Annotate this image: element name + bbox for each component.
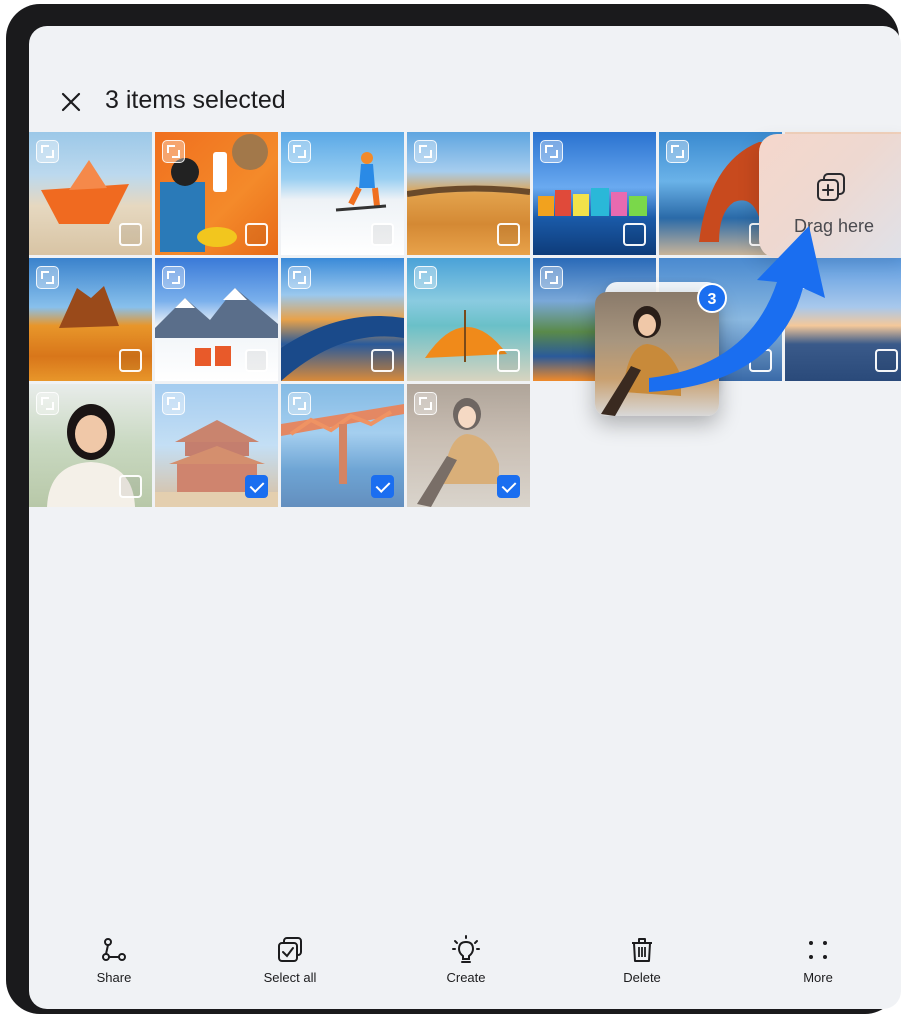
expand-icon[interactable] <box>162 266 185 289</box>
share-label: Share <box>96 970 132 985</box>
select-checkbox[interactable] <box>497 223 520 246</box>
more-dots-icon <box>809 941 827 959</box>
select-all-button[interactable]: Select all <box>230 935 350 995</box>
trash-icon <box>632 938 652 962</box>
expand-icon[interactable] <box>162 392 185 415</box>
create-label: Create <box>446 970 486 985</box>
photo-tile[interactable] <box>281 132 404 255</box>
select-all-label: Select all <box>263 970 317 985</box>
share-icon <box>102 938 126 961</box>
select-checkbox[interactable] <box>497 349 520 372</box>
select-checkbox[interactable] <box>497 475 520 498</box>
select-all-icon <box>278 937 302 962</box>
photo-tile[interactable] <box>29 384 152 507</box>
select-checkbox[interactable] <box>875 349 898 372</box>
create-button[interactable]: Create <box>406 935 526 995</box>
photo-tile[interactable] <box>281 384 404 507</box>
expand-icon[interactable] <box>288 266 311 289</box>
select-checkbox[interactable] <box>371 223 394 246</box>
photo-tile[interactable] <box>407 132 530 255</box>
expand-icon[interactable] <box>162 140 185 163</box>
select-checkbox[interactable] <box>119 475 142 498</box>
photo-tile[interactable] <box>785 258 901 381</box>
stack-front-photo <box>595 292 719 416</box>
expand-icon[interactable] <box>36 392 59 415</box>
delete-label: Delete <box>623 970 661 985</box>
photo-tile[interactable] <box>407 384 530 507</box>
share-button[interactable]: Share <box>54 935 174 995</box>
page-title: 3 items selected <box>105 86 286 114</box>
select-checkbox[interactable] <box>749 349 772 372</box>
expand-icon[interactable] <box>666 140 689 163</box>
photo-tile[interactable] <box>281 258 404 381</box>
expand-icon[interactable] <box>414 140 437 163</box>
close-button[interactable] <box>57 88 85 116</box>
expand-icon[interactable] <box>288 392 311 415</box>
select-checkbox[interactable] <box>371 349 394 372</box>
add-to-album-icon <box>817 173 845 201</box>
expand-icon[interactable] <box>36 266 59 289</box>
expand-icon[interactable] <box>792 266 815 289</box>
device-frame: 3 items selected Drag here 3 Share Selec… <box>6 4 901 1014</box>
select-checkbox[interactable] <box>245 475 268 498</box>
select-checkbox[interactable] <box>245 349 268 372</box>
select-checkbox[interactable] <box>245 223 268 246</box>
close-icon <box>61 92 81 112</box>
delete-button[interactable]: Delete <box>582 935 702 995</box>
selection-count-badge: 3 <box>697 283 727 313</box>
photo-tile[interactable] <box>155 258 278 381</box>
photo-tile[interactable] <box>29 258 152 381</box>
photo-tile[interactable] <box>533 132 656 255</box>
bottom-toolbar: Share Select all Create Delete More <box>29 929 901 1009</box>
more-label: More <box>803 970 833 985</box>
more-button[interactable]: More <box>758 935 878 995</box>
select-checkbox[interactable] <box>119 349 142 372</box>
photo-tile[interactable] <box>155 132 278 255</box>
photo-tile[interactable] <box>407 258 530 381</box>
select-checkbox[interactable] <box>371 475 394 498</box>
expand-icon[interactable] <box>414 266 437 289</box>
gallery-screen: 3 items selected Drag here 3 Share Selec… <box>29 26 901 1009</box>
select-checkbox[interactable] <box>119 223 142 246</box>
expand-icon[interactable] <box>540 266 563 289</box>
expand-icon[interactable] <box>36 140 59 163</box>
expand-icon[interactable] <box>288 140 311 163</box>
drag-drop-target[interactable]: Drag here <box>759 134 901 258</box>
drag-here-label: Drag here <box>793 216 875 236</box>
photo-tile[interactable] <box>29 132 152 255</box>
expand-icon[interactable] <box>414 392 437 415</box>
selection-header: 3 items selected <box>29 82 901 122</box>
expand-icon[interactable] <box>540 140 563 163</box>
select-checkbox[interactable] <box>623 223 646 246</box>
photo-tile[interactable] <box>155 384 278 507</box>
lightbulb-icon <box>452 935 480 963</box>
dragged-photos-stack[interactable] <box>595 282 719 416</box>
